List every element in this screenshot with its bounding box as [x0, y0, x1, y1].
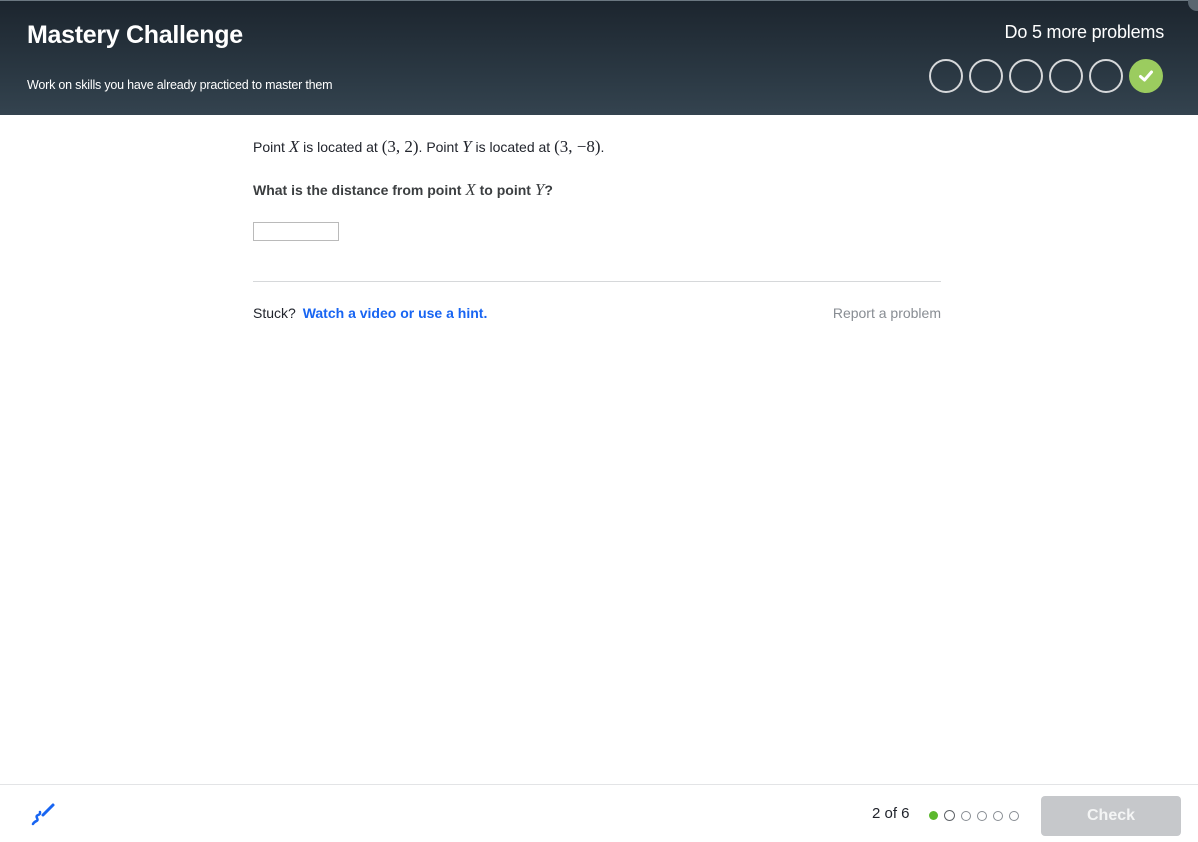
- progress-dot-completed: [929, 811, 938, 820]
- scratchpad-pencil-icon[interactable]: [30, 802, 56, 828]
- problem-question: What is the distance from point X to poi…: [253, 180, 553, 199]
- page-title: Mastery Challenge: [27, 21, 243, 49]
- progress-text: 2 of 6: [872, 805, 910, 822]
- mastery-circle: [1089, 59, 1123, 93]
- hint-link[interactable]: Watch a video or use a hint.: [303, 305, 488, 321]
- problem-area: Point X is located at (3, 2). Point Y is…: [253, 136, 941, 241]
- progress-dot-current: [944, 810, 955, 821]
- page-subtitle: Work on skills you have already practice…: [27, 78, 333, 92]
- point-y-name: Y: [534, 180, 545, 199]
- point-x-coords: (3, 2): [381, 137, 419, 156]
- mastery-circle: [1049, 59, 1083, 93]
- exercise-footer: 2 of 6 Check: [0, 784, 1198, 842]
- point-x-name: X: [465, 180, 476, 199]
- located-text: is located at: [475, 139, 551, 155]
- close-button[interactable]: [1188, 0, 1198, 11]
- point-label: Point: [253, 139, 285, 155]
- stuck-label: Stuck?: [253, 305, 296, 321]
- point-y-coords: (3, −8): [554, 137, 601, 156]
- progress-dot: [993, 810, 1003, 821]
- progress-dot: [977, 810, 987, 821]
- point-label: Point: [426, 139, 459, 155]
- question-middle: to point: [479, 182, 531, 198]
- located-text: is located at: [303, 139, 378, 155]
- question-prefix: What is the distance from point: [253, 182, 462, 198]
- problem-statement: Point X is located at (3, 2). Point Y is…: [253, 137, 605, 156]
- point-y-name: Y: [462, 137, 472, 156]
- divider: [253, 281, 941, 282]
- mastery-circle: [929, 59, 963, 93]
- progress-dot: [1009, 810, 1019, 821]
- mastery-circle-done: [1129, 59, 1163, 93]
- report-problem-link[interactable]: Report a problem: [833, 305, 941, 321]
- check-button[interactable]: Check: [1041, 796, 1181, 836]
- point-x-name: X: [288, 137, 300, 156]
- mastery-circle: [1009, 59, 1043, 93]
- check-icon: [1139, 70, 1153, 82]
- mastery-progress: [929, 59, 1163, 93]
- exercise-header: Mastery Challenge Work on skills you hav…: [0, 0, 1198, 115]
- answer-input[interactable]: [253, 222, 339, 241]
- progress-dot: [961, 810, 971, 821]
- progress-dots: [929, 810, 1019, 821]
- remaining-problems-text: Do 5 more problems: [1004, 22, 1165, 42]
- mastery-circle: [969, 59, 1003, 93]
- stuck-section: Stuck? Watch a video or use a hint.: [253, 305, 487, 321]
